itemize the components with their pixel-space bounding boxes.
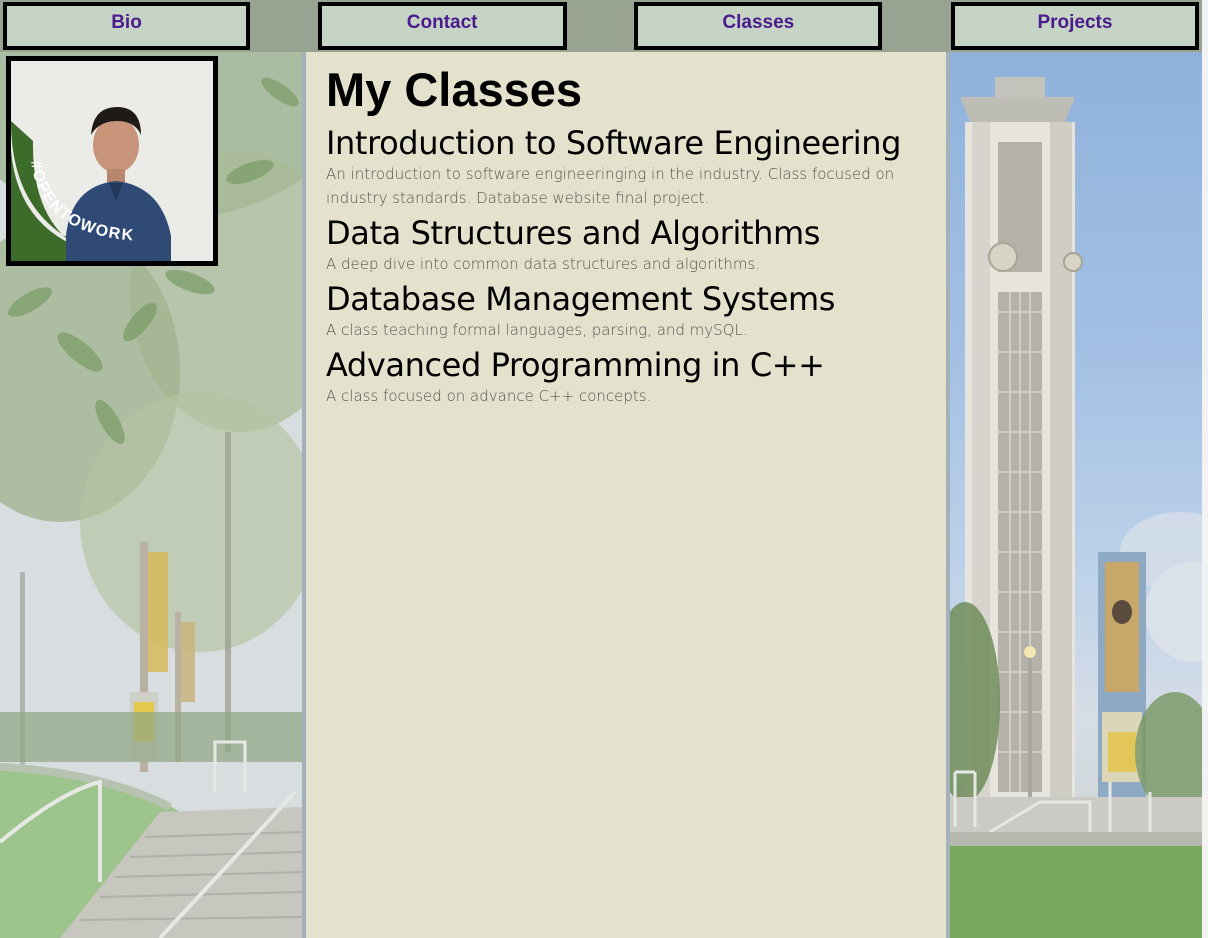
class-title: Data Structures and Algorithms xyxy=(326,214,821,252)
class-description: An introduction to software engineeringi… xyxy=(326,165,895,207)
nav-classes-button[interactable]: Classes xyxy=(634,2,883,50)
class-item: Database Management Systems A class teac… xyxy=(326,280,946,342)
class-description: A class teaching formal languages, parsi… xyxy=(326,321,748,339)
class-item: Data Structures and Algorithms A deep di… xyxy=(326,214,946,276)
class-item: Advanced Programming in C++ A class focu… xyxy=(326,346,946,408)
class-item: Introduction to Software Engineering An … xyxy=(326,124,946,210)
class-title: Advanced Programming in C++ xyxy=(326,346,825,384)
class-title: Introduction to Software Engineering xyxy=(326,124,902,162)
class-description: A class focused on advance C++ concepts. xyxy=(326,387,652,405)
nav-bio-button[interactable]: Bio xyxy=(3,2,250,50)
profile-photo: #OPENTOWORK xyxy=(6,56,218,266)
top-navigation: Bio Contact Classes Projects xyxy=(0,0,1202,52)
page-edge xyxy=(1202,0,1208,938)
right-bell-tower-background-image xyxy=(950,52,1202,938)
class-description: A deep dive into common data structures … xyxy=(326,255,761,273)
page-title: My Classes xyxy=(326,63,583,116)
nav-projects-button[interactable]: Projects xyxy=(950,2,1199,50)
classes-content-panel: My Classes Introduction to Software Engi… xyxy=(302,52,950,938)
class-title: Database Management Systems xyxy=(326,280,836,318)
nav-contact-button[interactable]: Contact xyxy=(317,2,567,50)
